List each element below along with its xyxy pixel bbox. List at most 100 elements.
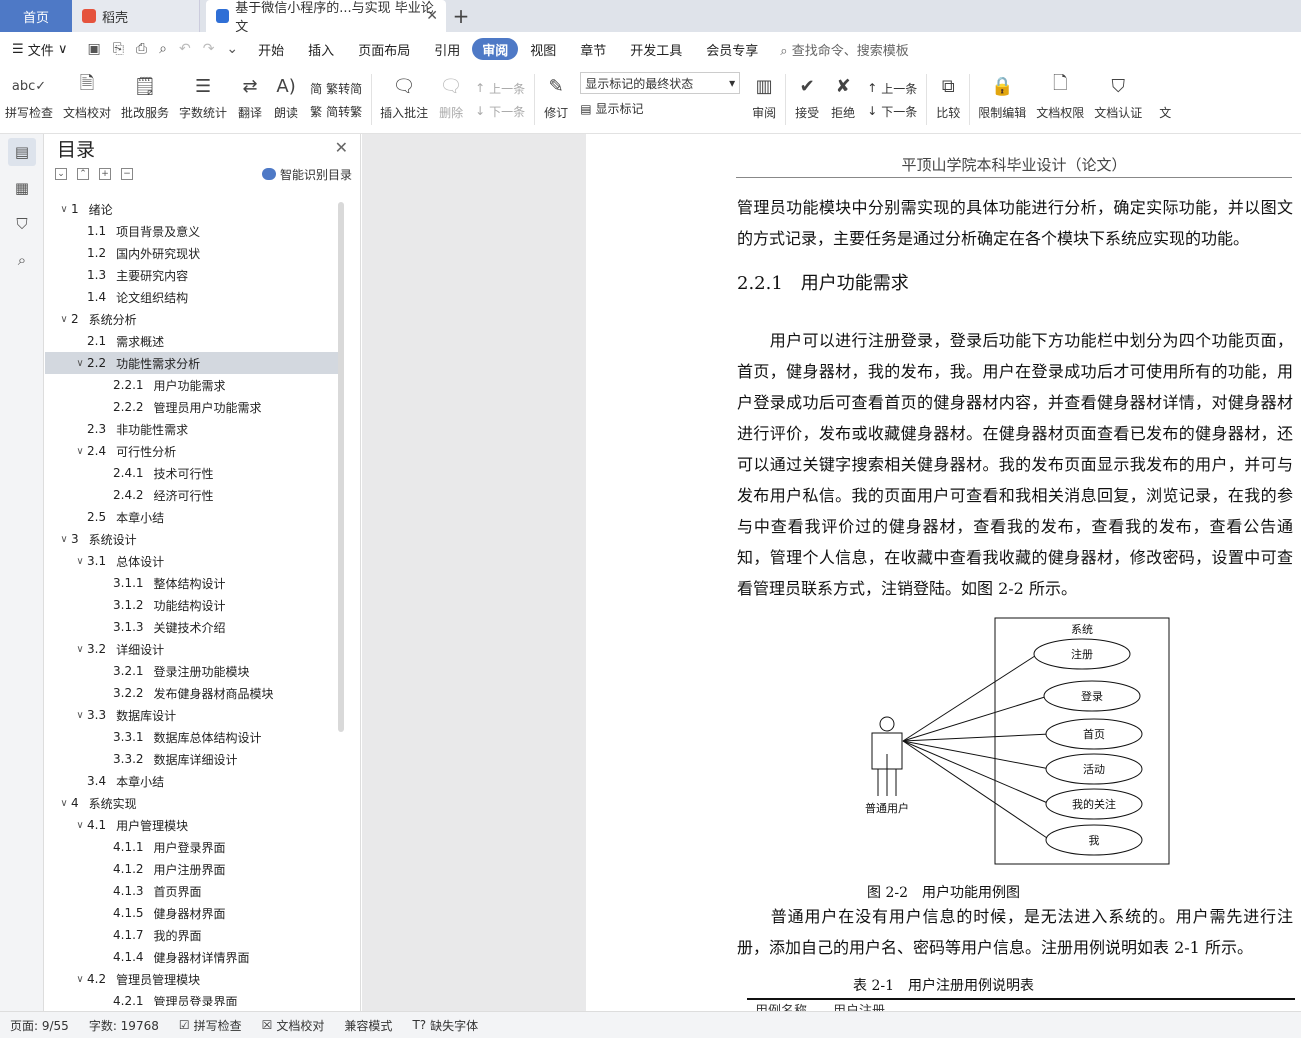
toc-item[interactable]: 2.4.1 技术可行性 xyxy=(45,462,341,484)
remove-heading-icon[interactable]: − xyxy=(121,168,133,180)
insert-comment-button[interactable]: 🗨 插入批注 xyxy=(375,66,433,133)
nav-pane-icon[interactable]: ▦ xyxy=(8,174,36,202)
export-icon[interactable]: ⎘ xyxy=(113,41,124,57)
bookmark-icon[interactable]: ⛉ xyxy=(8,210,36,238)
document-page[interactable]: 平顶山学院本科毕业设计（论文） 管理员功能模块中分别需实现的具体功能进行分析，确… xyxy=(586,134,1301,1011)
toc-item[interactable]: 4.1.5 健身器材界面 xyxy=(45,902,341,924)
print-icon[interactable]: ⎙ xyxy=(136,41,147,57)
toc-item[interactable]: 3.3.2 数据库详细设计 xyxy=(45,748,341,770)
tab-daoke[interactable]: 稻壳 xyxy=(72,0,200,32)
preview-icon[interactable]: ⌕ xyxy=(159,41,167,57)
toc-item[interactable]: 3.2.2 发布健身器材商品模块 xyxy=(45,682,341,704)
simp-to-trad-button[interactable]: 繁简转繁 xyxy=(310,103,362,120)
toc-item[interactable]: 1.3 主要研究内容 xyxy=(45,264,341,286)
menu-tab-7[interactable]: 开发工具 xyxy=(618,38,694,60)
close-icon[interactable]: ✕ xyxy=(335,138,348,157)
search-icon[interactable]: ⌕ xyxy=(8,246,36,274)
toc-item[interactable]: 1.1 项目背景及意义 xyxy=(45,220,341,242)
chevron-down-icon[interactable]: ∨ xyxy=(57,534,71,545)
toc-item[interactable]: 2.2.2 管理员用户功能需求 xyxy=(45,396,341,418)
word-count-indicator[interactable]: 字数: 19768 xyxy=(79,1017,169,1034)
new-tab-button[interactable]: + xyxy=(446,0,476,32)
save-icon[interactable]: ▣ xyxy=(87,41,100,57)
doc-permission-button[interactable]: 🗋 文档权限 xyxy=(1031,66,1089,133)
word-count-button[interactable]: ☰ 字数统计 xyxy=(174,66,232,133)
chevron-down-icon[interactable]: ∨ xyxy=(73,556,87,567)
accept-button[interactable]: ✔ 接受 xyxy=(789,66,825,133)
toc-item[interactable]: ∨ 2.2 功能性需求分析 xyxy=(45,352,341,374)
show-markup-button[interactable]: ▤ 显示标记 xyxy=(580,100,740,117)
menu-tab-0[interactable]: 开始 xyxy=(246,38,296,60)
toc-item[interactable]: 1.2 国内外研究现状 xyxy=(45,242,341,264)
toc-item[interactable]: ∨ 2.4 可行性分析 xyxy=(45,440,341,462)
next-comment-button[interactable]: ↓ 下一条 xyxy=(475,103,525,120)
chevron-down-icon[interactable]: ∨ xyxy=(73,820,87,831)
compat-mode-status[interactable]: 兼容模式 xyxy=(334,1017,402,1034)
toc-scrollbar[interactable] xyxy=(338,202,344,732)
command-search[interactable]: ⌕ 查找命令、搜索模板 xyxy=(780,40,908,59)
chevron-down-icon[interactable]: ∨ xyxy=(73,358,87,369)
toc-item[interactable]: 1.4 论文组织结构 xyxy=(45,286,341,308)
tab-home[interactable]: 首页 xyxy=(0,0,72,32)
toc-item[interactable]: ∨ 4 系统实现 xyxy=(45,792,341,814)
proofread-status[interactable]: ☒ 文档校对 xyxy=(252,1017,335,1034)
toc-item[interactable]: 3.3.1 数据库总体结构设计 xyxy=(45,726,341,748)
file-menu[interactable]: ☰ 文件 ∨ xyxy=(0,38,79,60)
chevron-down-icon[interactable]: ∨ xyxy=(73,446,87,457)
menu-tab-2[interactable]: 页面布局 xyxy=(346,38,422,60)
expand-all-icon[interactable]: ⌄ xyxy=(55,168,67,180)
tab-document[interactable]: 基于微信小程序的...与实现 毕业论文 ✕ xyxy=(206,0,446,35)
menu-tab-6[interactable]: 章节 xyxy=(568,38,618,60)
more-icon[interactable]: ⌄ xyxy=(226,41,238,57)
toc-item[interactable]: ∨ 4.1 用户管理模块 xyxy=(45,814,341,836)
toc-item[interactable]: 2.2.1 用户功能需求 xyxy=(45,374,341,396)
toc-item[interactable]: ∨ 3 系统设计 xyxy=(45,528,341,550)
doc-certify-button[interactable]: ⛉ 文档认证 xyxy=(1089,66,1147,133)
toc-item[interactable]: ∨ 4.2 管理员管理模块 xyxy=(45,968,341,990)
smart-toc-button[interactable]: 智能识别目录 xyxy=(261,166,352,183)
toc-item[interactable]: 2.5 本章小结 xyxy=(45,506,341,528)
review-pane-button[interactable]: ▥ 审阅 xyxy=(746,66,782,133)
spell-check-button[interactable]: abc✓ 拼写检查 xyxy=(0,66,58,133)
toc-item[interactable]: 3.1.2 功能结构设计 xyxy=(45,594,341,616)
undo-icon[interactable]: ↶ xyxy=(179,41,191,57)
toc-item[interactable]: ∨ 3.3 数据库设计 xyxy=(45,704,341,726)
toc-item[interactable]: 3.1.3 关键技术介绍 xyxy=(45,616,341,638)
toc-item[interactable]: 3.1.1 整体结构设计 xyxy=(45,572,341,594)
collapse-all-icon[interactable]: ⌃ xyxy=(77,168,89,180)
proofread-button[interactable]: 🗎 文档校对 xyxy=(58,66,116,133)
chevron-down-icon[interactable]: ∨ xyxy=(57,204,71,215)
toc-item[interactable]: 4.1.1 用户登录界面 xyxy=(45,836,341,858)
close-icon[interactable]: ✕ xyxy=(426,8,438,24)
read-aloud-button[interactable]: A) 朗读 xyxy=(268,66,304,133)
markup-state-select[interactable]: 显示标记的最终状态 ▾ xyxy=(580,72,741,94)
menu-tab-8[interactable]: 会员专享 xyxy=(694,38,770,60)
prev-change-button[interactable]: ↑ 上一条 xyxy=(867,80,917,97)
spell-check-status[interactable]: ☑ 拼写检查 xyxy=(169,1017,252,1034)
menu-tab-1[interactable]: 插入 xyxy=(296,38,346,60)
add-heading-icon[interactable]: + xyxy=(99,168,111,180)
toc-item[interactable]: 4.1.3 首页界面 xyxy=(45,880,341,902)
chevron-down-icon[interactable]: ∨ xyxy=(73,710,87,721)
toc-item[interactable]: ∨ 3.2 详细设计 xyxy=(45,638,341,660)
toc-item[interactable]: 4.2.1 管理员登录界面 xyxy=(45,990,341,1006)
chevron-down-icon[interactable]: ∨ xyxy=(57,314,71,325)
chevron-down-icon[interactable]: ∨ xyxy=(73,974,87,985)
reject-button[interactable]: ✘ 拒绝 xyxy=(825,66,861,133)
prev-comment-button[interactable]: ↑ 上一条 xyxy=(475,80,525,97)
revise-button[interactable]: ✎ 修订 xyxy=(538,66,574,133)
translate-button[interactable]: ⇄ 翻译 xyxy=(232,66,268,133)
toc-item[interactable]: 4.1.4 健身器材详情界面 xyxy=(45,946,341,968)
redo-icon[interactable]: ↷ xyxy=(203,41,215,57)
restrict-edit-button[interactable]: 🔒 限制编辑 xyxy=(973,66,1031,133)
toc-item[interactable]: ∨ 1 绪论 xyxy=(45,198,341,220)
more-ribbon-button[interactable]: 文 xyxy=(1147,66,1183,133)
page-indicator[interactable]: 页面: 9/55 xyxy=(0,1017,79,1034)
toc-item[interactable]: 2.4.2 经济可行性 xyxy=(45,484,341,506)
menu-tab-5[interactable]: 视图 xyxy=(518,38,568,60)
compare-button[interactable]: ⧉ 比较 xyxy=(930,66,966,133)
toc-item[interactable]: ∨ 2 系统分析 xyxy=(45,308,341,330)
toc-item[interactable]: 3.4 本章小结 xyxy=(45,770,341,792)
batch-service-button[interactable]: 🗒 批改服务 xyxy=(116,66,174,133)
delete-comment-button[interactable]: 🗨 删除 xyxy=(433,66,469,133)
